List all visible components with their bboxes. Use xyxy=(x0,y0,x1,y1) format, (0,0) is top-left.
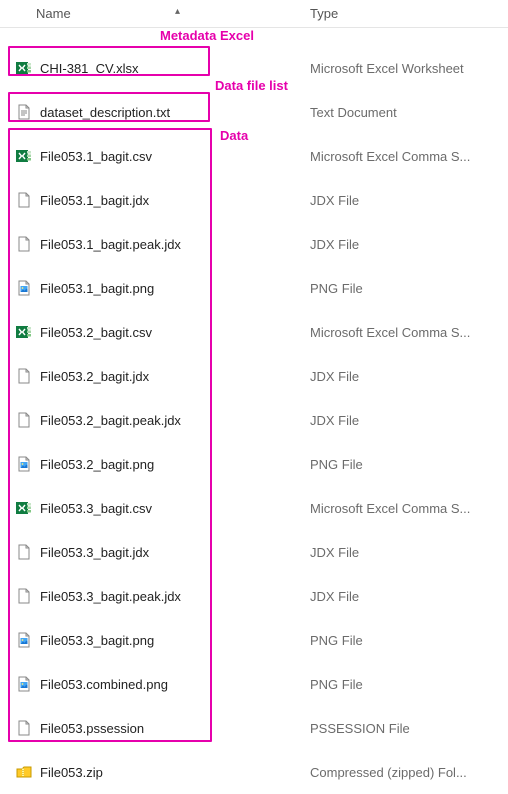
file-type-cell: JDX File xyxy=(300,237,508,252)
plain-file-icon xyxy=(16,236,32,252)
column-header-row: Name ▴ Type xyxy=(0,0,508,28)
file-name-label: File053.combined.png xyxy=(40,677,168,692)
file-type-cell: PNG File xyxy=(300,281,508,296)
file-row[interactable]: File053.pssession PSSESSION File xyxy=(0,706,508,750)
png-file-icon xyxy=(16,676,32,692)
file-name-cell: File053.3_bagit.peak.jdx xyxy=(0,588,300,604)
file-name-label: File053.1_bagit.jdx xyxy=(40,193,149,208)
sort-ascending-icon: ▴ xyxy=(175,6,180,17)
file-type-cell: PSSESSION File xyxy=(300,721,508,736)
file-name-label: CHI-381_CV.xlsx xyxy=(40,61,139,76)
png-file-icon xyxy=(16,456,32,472)
file-name-cell: File053.zip xyxy=(0,764,300,780)
zip-file-icon xyxy=(16,764,32,780)
file-name-label: File053.2_bagit.peak.jdx xyxy=(40,413,181,428)
file-name-cell: CHI-381_CV.xlsx xyxy=(0,60,300,76)
file-type-cell: JDX File xyxy=(300,545,508,560)
file-name-cell: File053.2_bagit.peak.jdx xyxy=(0,412,300,428)
file-name-label: File053.2_bagit.csv xyxy=(40,325,152,340)
file-name-cell: File053.1_bagit.png xyxy=(0,280,300,296)
file-row[interactable]: File053.1_bagit.png PNG File xyxy=(0,266,508,310)
file-name-cell: File053.pssession xyxy=(0,720,300,736)
file-name-cell: File053.combined.png xyxy=(0,676,300,692)
file-name-cell: File053.3_bagit.png xyxy=(0,632,300,648)
file-type-cell: JDX File xyxy=(300,589,508,604)
file-row[interactable]: File053.3_bagit.jdx JDX File xyxy=(0,530,508,574)
file-row[interactable]: File053.1_bagit.csv Microsoft Excel Comma… xyxy=(0,134,508,178)
file-name-cell: File053.1_bagit.jdx xyxy=(0,192,300,208)
file-row[interactable]: File053.3_bagit.csv Microsoft Excel Comma… xyxy=(0,486,508,530)
file-name-label: File053.1_bagit.peak.jdx xyxy=(40,237,181,252)
plain-file-icon xyxy=(16,368,32,384)
file-type-cell: JDX File xyxy=(300,369,508,384)
column-header-name[interactable]: Name ▴ xyxy=(0,6,300,21)
excel-file-icon xyxy=(16,500,32,516)
file-name-cell: File053.1_bagit.peak.jdx xyxy=(0,236,300,252)
file-type-cell: JDX File xyxy=(300,193,508,208)
excel-file-icon xyxy=(16,324,32,340)
file-name-label: File053.2_bagit.png xyxy=(40,457,154,472)
plain-file-icon xyxy=(16,588,32,604)
file-name-label: File053.3_bagit.csv xyxy=(40,501,152,516)
file-row[interactable]: dataset_description.txt Text Document xyxy=(0,90,508,134)
file-row[interactable]: File053.zip Compressed (zipped) Fol... xyxy=(0,750,508,794)
file-name-label: File053.zip xyxy=(40,765,103,780)
file-name-label: File053.2_bagit.jdx xyxy=(40,369,149,384)
file-row[interactable]: File053.3_bagit.peak.jdx JDX File xyxy=(0,574,508,618)
png-file-icon xyxy=(16,280,32,296)
file-row[interactable]: File053.2_bagit.jdx JDX File xyxy=(0,354,508,398)
file-name-label: File053.3_bagit.png xyxy=(40,633,154,648)
file-row[interactable]: File053.2_bagit.csv Microsoft Excel Comma… xyxy=(0,310,508,354)
file-name-cell: File053.3_bagit.csv xyxy=(0,500,300,516)
file-row[interactable]: File053.1_bagit.peak.jdx JDX File xyxy=(0,222,508,266)
file-type-cell: PNG File xyxy=(300,633,508,648)
column-header-type[interactable]: Type xyxy=(300,6,508,21)
file-name-cell: dataset_description.txt xyxy=(0,104,300,120)
file-name-label: File053.3_bagit.peak.jdx xyxy=(40,589,181,604)
column-header-type-label: Type xyxy=(310,6,338,21)
file-name-label: File053.1_bagit.csv xyxy=(40,149,152,164)
png-file-icon xyxy=(16,632,32,648)
file-name-cell: File053.2_bagit.png xyxy=(0,456,300,472)
file-type-cell: PNG File xyxy=(300,457,508,472)
column-header-name-label: Name xyxy=(36,6,71,21)
plain-file-icon xyxy=(16,720,32,736)
text-file-icon xyxy=(16,104,32,120)
file-row[interactable]: File053.combined.png PNG File xyxy=(0,662,508,706)
plain-file-icon xyxy=(16,544,32,560)
plain-file-icon xyxy=(16,412,32,428)
file-row[interactable]: File053.3_bagit.png PNG File xyxy=(0,618,508,662)
excel-file-icon xyxy=(16,148,32,164)
file-name-cell: File053.3_bagit.jdx xyxy=(0,544,300,560)
file-type-cell: Microsoft Excel Comma S... xyxy=(300,149,508,164)
file-name-label: dataset_description.txt xyxy=(40,105,170,120)
file-type-cell: Microsoft Excel Worksheet xyxy=(300,61,508,76)
file-row[interactable]: File053.2_bagit.png PNG File xyxy=(0,442,508,486)
file-name-label: File053.pssession xyxy=(40,721,144,736)
file-name-cell: File053.1_bagit.csv xyxy=(0,148,300,164)
plain-file-icon xyxy=(16,192,32,208)
file-name-label: File053.3_bagit.jdx xyxy=(40,545,149,560)
file-type-cell: PNG File xyxy=(300,677,508,692)
file-type-cell: Text Document xyxy=(300,105,508,120)
file-name-label: File053.1_bagit.png xyxy=(40,281,154,296)
file-list: CHI-381_CV.xlsx Microsoft Excel Worksheet… xyxy=(0,28,508,794)
file-row[interactable]: CHI-381_CV.xlsx Microsoft Excel Worksheet xyxy=(0,46,508,90)
file-row[interactable]: File053.2_bagit.peak.jdx JDX File xyxy=(0,398,508,442)
file-row[interactable]: File053.1_bagit.jdx JDX File xyxy=(0,178,508,222)
file-name-cell: File053.2_bagit.jdx xyxy=(0,368,300,384)
excel-file-icon xyxy=(16,60,32,76)
file-type-cell: Compressed (zipped) Fol... xyxy=(300,765,508,780)
file-type-cell: Microsoft Excel Comma S... xyxy=(300,501,508,516)
file-type-cell: JDX File xyxy=(300,413,508,428)
file-type-cell: Microsoft Excel Comma S... xyxy=(300,325,508,340)
file-name-cell: File053.2_bagit.csv xyxy=(0,324,300,340)
